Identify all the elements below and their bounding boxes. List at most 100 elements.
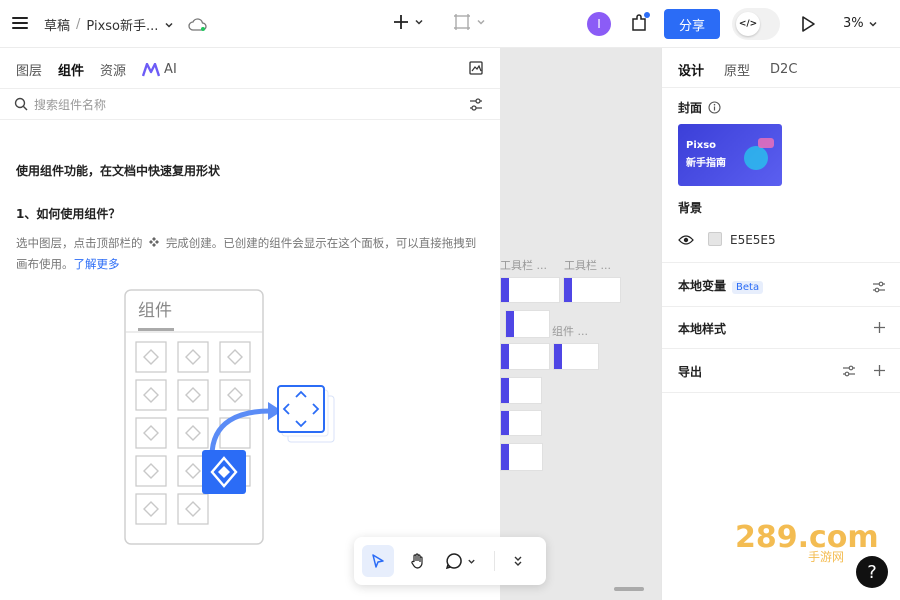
tab-prototype[interactable]: 原型	[724, 60, 750, 79]
divider	[662, 262, 900, 263]
divider	[662, 392, 900, 393]
eye-icon[interactable]	[678, 234, 694, 246]
add-style-plus-icon[interactable]	[873, 321, 886, 334]
top-bar: 草稿 / Pixso新手... I 分享 </> 3%	[0, 0, 900, 48]
how-to-subheading: 1、如何使用组件？	[16, 207, 121, 221]
canvas-frame-label: 工具栏 ...	[564, 259, 611, 272]
breadcrumb-separator: /	[76, 17, 81, 32]
cloud-sync-icon	[188, 17, 208, 31]
zoom-level: 3%	[843, 16, 864, 31]
canvas-frame[interactable]	[500, 410, 542, 436]
cover-label: 封面	[678, 101, 703, 115]
breadcrumb-drafts[interactable]: 草稿	[44, 15, 70, 34]
canvas-frame-label: 工具栏 ...	[500, 259, 547, 272]
library-button[interactable]	[468, 60, 484, 79]
hand-tool-button[interactable]	[402, 545, 434, 577]
right-tabs: 设计 原型 D2C	[678, 60, 797, 79]
cover-thumbnail-text: 新手指南	[686, 158, 726, 169]
add-menu-button[interactable]	[392, 13, 424, 31]
export-title: 导出	[678, 365, 703, 379]
share-button[interactable]: 分享	[664, 9, 720, 39]
move-tool-button[interactable]	[362, 545, 394, 577]
tab-components[interactable]: 组件	[58, 60, 84, 79]
description-text-1: 选中图层，点击顶部栏的	[16, 236, 143, 250]
watermark-subtext: 手游网	[808, 550, 845, 564]
component-search-input[interactable]	[34, 95, 454, 115]
divider	[662, 306, 900, 307]
learn-more-link[interactable]: 了解更多	[74, 257, 120, 271]
ai-logo-icon	[142, 62, 161, 76]
canvas-frame[interactable]	[563, 277, 621, 303]
tab-assets[interactable]: 资源	[100, 60, 126, 79]
breadcrumb: 草稿 / Pixso新手...	[44, 15, 208, 34]
file-name[interactable]: Pixso新手...	[86, 15, 158, 34]
plugin-puzzle-icon	[632, 12, 650, 31]
component-search-bar	[0, 88, 500, 120]
variables-settings-icon[interactable]	[872, 280, 886, 294]
library-icon	[469, 61, 483, 75]
left-panel: 图层 组件 资源 AI 使用组件功能，在文档中快速复用形状 1、如何使用组件？ …	[0, 48, 500, 600]
canvas-frame[interactable]	[505, 310, 550, 338]
info-icon[interactable]	[708, 101, 721, 114]
user-avatar[interactable]: I	[587, 12, 611, 36]
tab-ai-label: AI	[164, 62, 177, 77]
background-hex-value[interactable]: E5E5E5	[730, 233, 776, 247]
zoom-menu[interactable]: 3%	[843, 16, 878, 31]
bottom-toolbar	[354, 537, 546, 585]
divider	[662, 348, 900, 349]
canvas-frame[interactable]	[500, 377, 542, 404]
how-to-description: 选中图层，点击顶部栏的 完成创建。已创建的组件会显示在这个面板，可以直接拖拽到画…	[16, 233, 486, 275]
add-export-plus-icon[interactable]	[873, 364, 886, 377]
watermark-logo: 289.com	[735, 520, 879, 555]
right-panel: 设计 原型 D2C 封面 Pixso 新手指南 背景 E5E5E5 本地变量 Be…	[661, 48, 900, 600]
toolbar-divider	[494, 551, 495, 571]
chevron-down-icon	[869, 21, 877, 27]
components-illustration: 组件	[124, 289, 335, 545]
code-icon: </>	[736, 12, 760, 36]
help-button[interactable]: ?	[856, 556, 888, 588]
component-create-icon	[149, 237, 160, 247]
double-chevron-down-icon	[514, 556, 522, 566]
canvas-frame[interactable]	[500, 343, 550, 370]
cursor-icon	[372, 554, 384, 568]
frame-tool-button[interactable]	[452, 12, 486, 32]
local-variables-title: 本地变量 Beta	[678, 277, 764, 294]
tab-d2c[interactable]: D2C	[770, 62, 797, 77]
canvas-frame[interactable]	[500, 443, 543, 471]
present-button[interactable]	[798, 14, 818, 37]
components-heading: 使用组件功能，在文档中快速复用形状	[16, 164, 221, 178]
export-settings-icon[interactable]	[842, 364, 856, 378]
chevron-down-icon[interactable]	[164, 20, 174, 30]
cover-thumbnail[interactable]: Pixso 新手指南	[678, 124, 782, 186]
plus-icon	[394, 15, 408, 29]
canvas-scrollbar[interactable]	[614, 587, 644, 591]
beta-badge: Beta	[732, 281, 764, 294]
search-icon	[14, 97, 28, 111]
cover-graphic	[744, 146, 768, 170]
canvas-frame[interactable]	[553, 343, 599, 370]
left-tabs: 图层 组件 资源 AI	[16, 60, 177, 79]
illustration-label: 组件	[138, 301, 172, 321]
play-icon	[802, 16, 815, 32]
canvas-area[interactable]: 工具栏 ... 工具栏 ... 组件 ...	[500, 48, 661, 600]
question-mark-icon: ?	[867, 561, 877, 583]
menu-icon[interactable]	[12, 14, 28, 34]
comment-icon	[445, 553, 462, 570]
tab-layers[interactable]: 图层	[16, 60, 42, 79]
tab-ai[interactable]: AI	[142, 62, 177, 77]
canvas-frame[interactable]	[500, 277, 560, 303]
filter-settings-icon[interactable]	[468, 97, 484, 113]
local-variables-label: 本地变量	[678, 279, 727, 293]
comment-tool-button[interactable]	[440, 545, 480, 577]
tab-design[interactable]: 设计	[678, 60, 704, 79]
background-section-title: 背景	[678, 201, 703, 215]
frame-icon	[454, 14, 470, 30]
collapse-toolbar-button[interactable]	[502, 545, 534, 577]
canvas-frame-label: 组件 ...	[552, 325, 588, 338]
avatar: I	[587, 12, 611, 36]
plugins-button[interactable]	[629, 12, 651, 37]
dev-mode-toggle[interactable]: </>	[732, 8, 780, 40]
chevron-down-icon	[467, 559, 475, 564]
background-color-swatch[interactable]	[708, 232, 722, 246]
center-tools	[392, 12, 486, 32]
